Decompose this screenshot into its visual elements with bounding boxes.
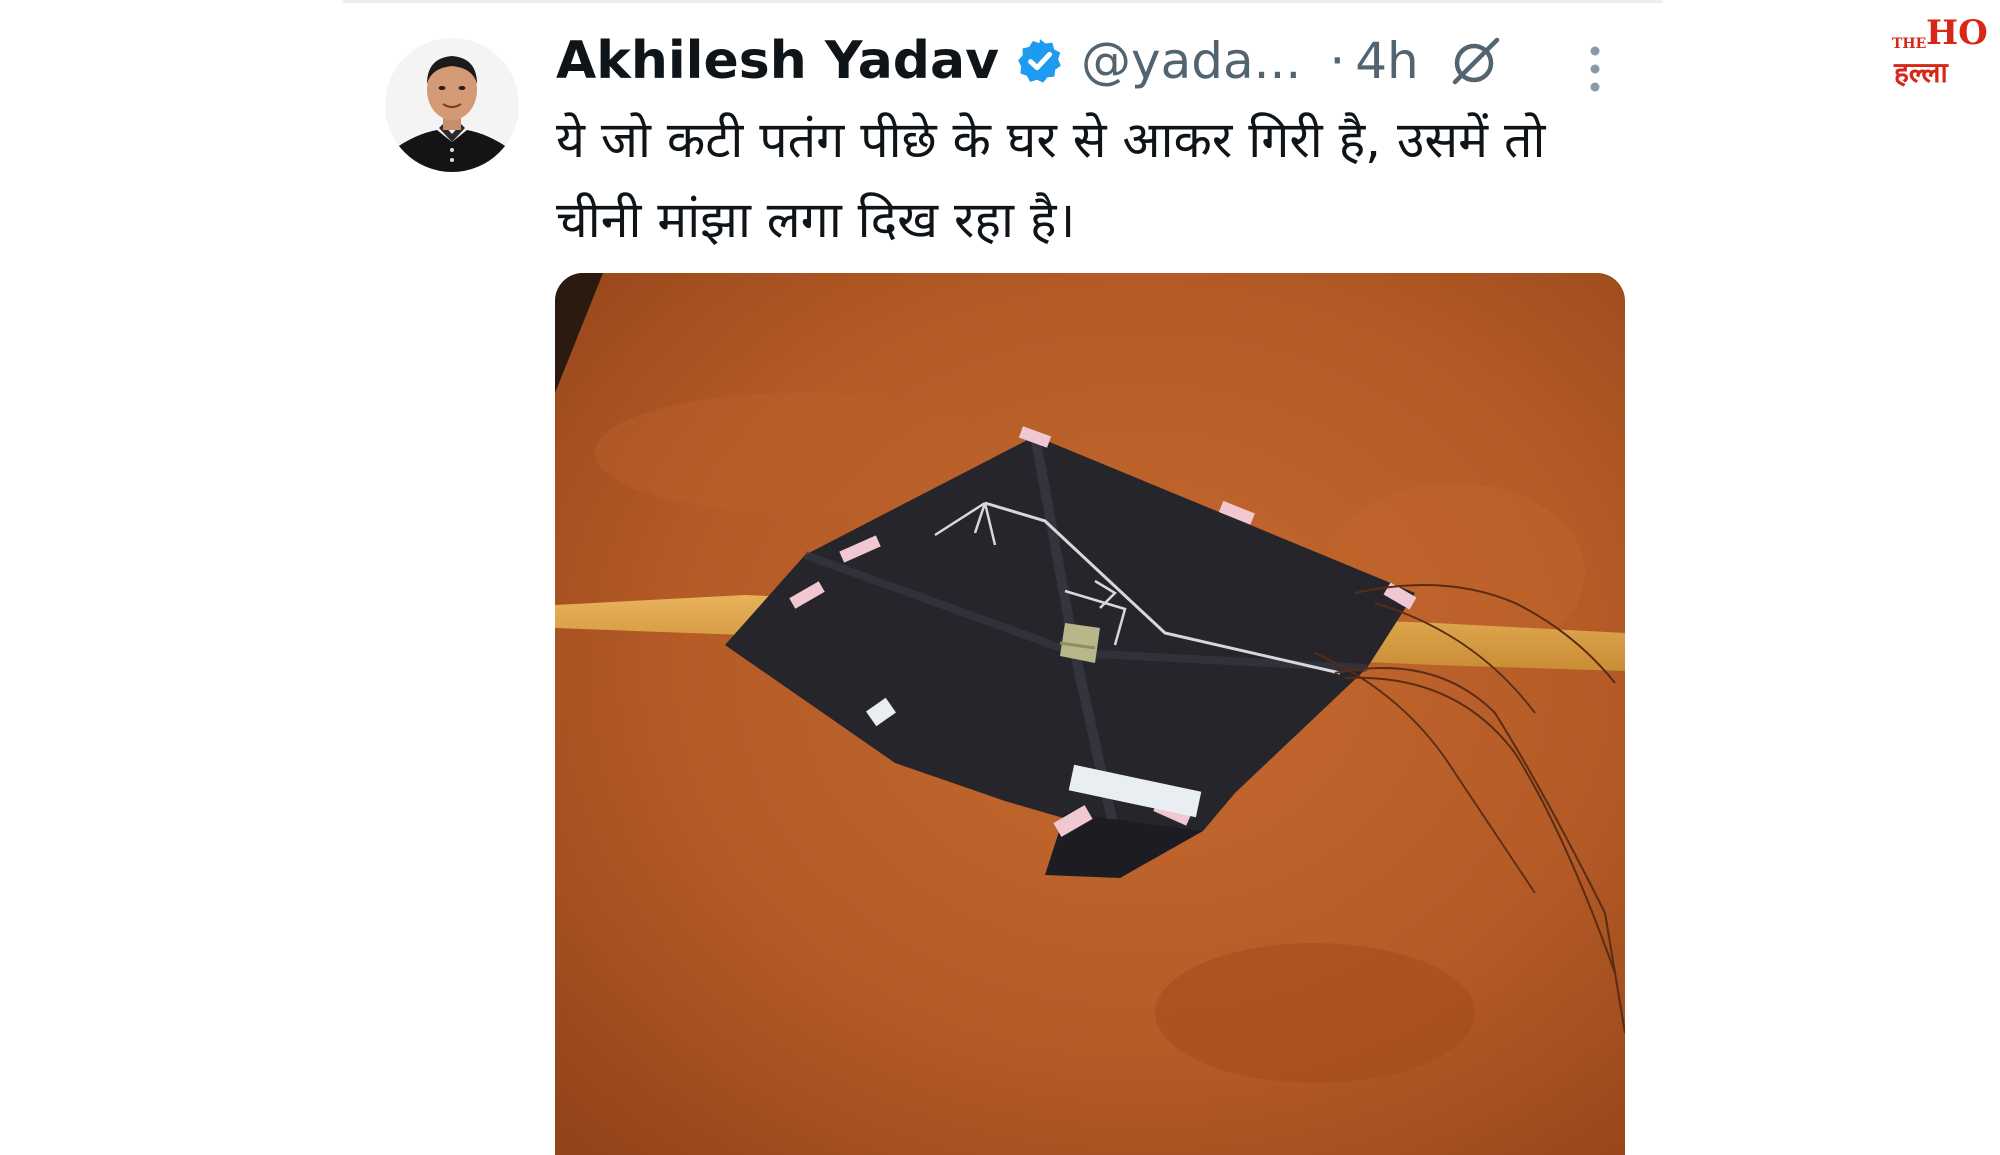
the-hohalla-logo: THE HO हल्ला bbox=[1890, 8, 1994, 89]
verified-badge-icon bbox=[1015, 36, 1065, 86]
logo-top-text: THE bbox=[1892, 36, 1926, 52]
tweet-card[interactable]: Akhilesh Yadav @yada... · 4h ये जो कटी प… bbox=[385, 30, 1645, 1155]
avatar[interactable] bbox=[385, 38, 519, 172]
tweet-header: Akhilesh Yadav @yada... · 4h bbox=[556, 30, 1503, 92]
author-name[interactable]: Akhilesh Yadav bbox=[556, 31, 999, 91]
header-separator: · bbox=[1329, 32, 1346, 90]
logo-main-text: HO bbox=[1926, 13, 1988, 53]
logo-hindi-text: हल्ला bbox=[1893, 56, 1949, 88]
author-handle[interactable]: @yada... bbox=[1081, 32, 1301, 90]
grok-icon[interactable] bbox=[1449, 34, 1503, 88]
more-options-icon[interactable] bbox=[1586, 42, 1604, 96]
tweet-media-image[interactable] bbox=[555, 273, 1625, 1155]
tweet-text: ये जो कटी पतंग पीछे के घर से आकर गिरी है… bbox=[556, 111, 1546, 249]
tweet-timestamp[interactable]: 4h bbox=[1355, 32, 1419, 90]
top-divider bbox=[343, 0, 1663, 3]
